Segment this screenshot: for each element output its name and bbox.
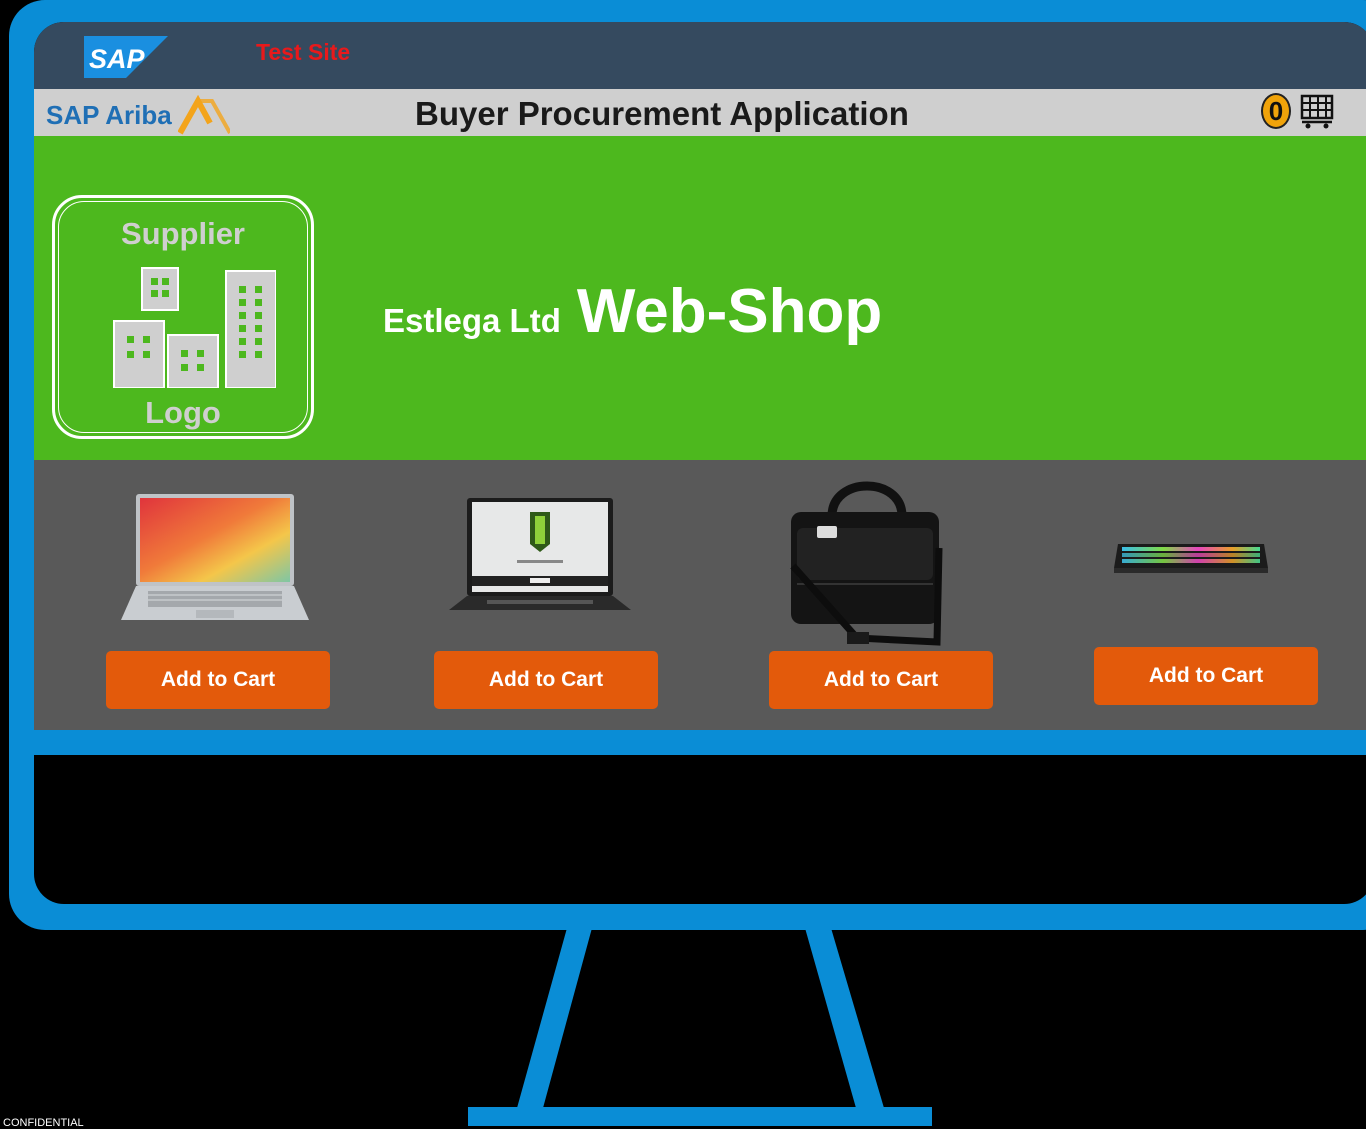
supplier-logo-title: Supplier: [120, 216, 245, 251]
add-to-cart-button[interactable]: Add to Cart: [434, 651, 658, 709]
sap-logo: SAP: [84, 36, 168, 78]
supplier-logo: Supplier Logo: [52, 195, 314, 439]
shopping-cart-icon: [1300, 94, 1334, 129]
cart-count-badge: 0: [1261, 93, 1291, 129]
laptop-bag-image[interactable]: [787, 466, 947, 646]
silver-laptop-image[interactable]: [120, 492, 310, 624]
add-to-cart-button[interactable]: Add to Cart: [769, 651, 993, 709]
top-bar: SAP Test Site: [34, 22, 1366, 89]
ariba-chevron-icon: [177, 95, 230, 135]
screen-divider: [34, 730, 1366, 755]
rgb-keyboard-image[interactable]: [1112, 538, 1270, 576]
svg-text:SAP: SAP: [89, 44, 146, 74]
page-title: Buyer Procurement Application: [415, 95, 909, 132]
buildings-icon: [113, 267, 276, 388]
shop-heading: Estlega Ltd Web-Shop: [383, 276, 882, 347]
supplier-logo-caption: Logo: [145, 395, 221, 430]
supplier-company-name: Estlega Ltd: [383, 302, 561, 339]
web-shop-label: Web-Shop: [576, 277, 883, 346]
ariba-brand-text: SAP Ariba: [46, 99, 172, 130]
cart-button[interactable]: 0: [1261, 93, 1335, 129]
confidential-label: CONFIDENTIAL: [3, 1117, 84, 1129]
supplier-banner: Supplier Logo Estlega Ltd Web-Shop: [34, 136, 1366, 460]
app-screen: SAP Test Site SAP Ariba Buyer Procuremen…: [34, 22, 1366, 904]
add-to-cart-button[interactable]: Add to Cart: [106, 651, 330, 709]
sap-ariba-logo: SAP Ariba: [46, 95, 230, 135]
test-site-label: Test Site: [256, 39, 351, 65]
app-header: SAP Ariba Buyer Procurement Application …: [34, 89, 1366, 136]
add-to-cart-button[interactable]: Add to Cart: [1094, 647, 1318, 705]
product-grid: Add to Cart Add to Cart Add to Cart Add …: [34, 460, 1366, 730]
workstation-laptop-image[interactable]: [447, 496, 633, 614]
